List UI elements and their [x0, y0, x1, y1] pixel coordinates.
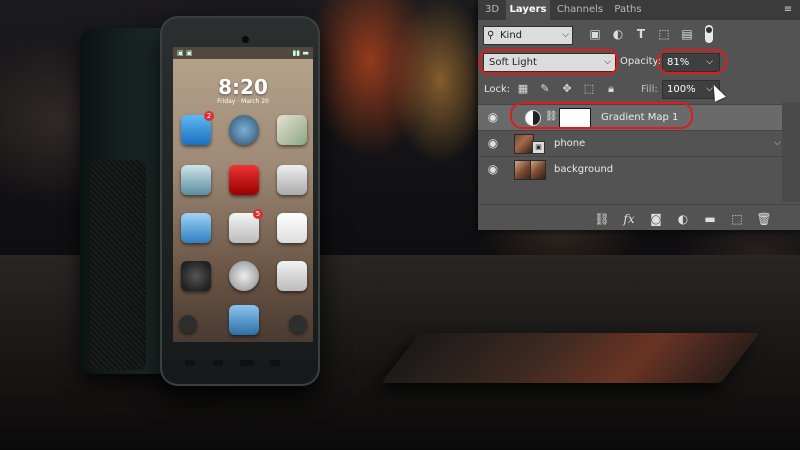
add-mask-icon[interactable]: ◙ [648, 211, 664, 227]
kind-filter-select[interactable]: ⚲ Kind ⌵ [483, 26, 573, 45]
status-left: ▣ ▣ [177, 49, 193, 57]
notes-app-icon [277, 213, 307, 243]
music-app-icon [181, 213, 211, 243]
adjustment-filter-icon[interactable]: ◐ [611, 27, 625, 41]
phone-date: Friday · March 20 [217, 98, 269, 105]
visibility-eye-icon[interactable]: ◉ [486, 136, 500, 150]
tab-3d[interactable]: 3D [478, 0, 506, 20]
camera-app-icon [181, 261, 211, 291]
phone-screen: ▣ ▣ ▮▮ ▬ 8:20 Friday · March 20 2 5 [173, 47, 313, 342]
photos-app-icon [277, 115, 307, 145]
chevron-down-icon: ⌵ [562, 30, 569, 40]
layer-row-background[interactable]: ◉ background [478, 156, 782, 182]
lock-app-icon [179, 315, 197, 333]
search-key [270, 360, 280, 366]
layer-thumbnail-secondary [530, 160, 546, 180]
phone-camera [242, 36, 249, 43]
lock-transparent-pixels-icon[interactable]: ▦ [516, 82, 530, 96]
fill-label: Fill: [641, 84, 658, 95]
phone-lying-flat [380, 333, 760, 383]
tab-paths[interactable]: Paths [610, 0, 646, 20]
panel-tab-bar: 3D Layers Channels Paths ≡ [478, 0, 800, 20]
new-group-icon[interactable]: ▬ [702, 211, 718, 227]
highlight-opacity [657, 49, 727, 74]
lock-label: Lock: [484, 84, 511, 95]
opacity-label: Opacity: [620, 56, 662, 67]
shape-filter-icon[interactable]: ⬚ [657, 27, 671, 41]
layer-thumbnail[interactable] [514, 134, 534, 154]
monitor-app-icon [181, 165, 211, 195]
filter-toggle-switch[interactable] [705, 25, 713, 43]
phone-status-bar: ▣ ▣ ▮▮ ▬ [173, 47, 313, 59]
smart-object-filter-icon[interactable]: ▤ [680, 27, 694, 41]
link-layers-icon[interactable]: ⛓ [594, 211, 610, 227]
download-app-icon [277, 165, 307, 195]
menu-key [213, 360, 223, 366]
highlight-gradient-map-layer [510, 102, 693, 129]
layer-name[interactable]: phone [554, 138, 585, 149]
lock-artboard-icon[interactable]: ⬚ [582, 82, 596, 96]
video-app-icon [229, 165, 259, 195]
mail-badge: 5 [253, 209, 263, 219]
layers-panel: 3D Layers Channels Paths ≡ ⚲ Kind ⌵ ▣ ◐ … [478, 0, 800, 230]
tab-layers[interactable]: Layers [506, 0, 550, 20]
new-adjustment-layer-icon[interactable]: ◐ [675, 211, 691, 227]
type-filter-icon[interactable]: T [634, 27, 648, 41]
layer-row-phone[interactable]: ◉ ▣ phone ⌵ [478, 130, 782, 156]
delete-layer-icon[interactable]: 🗑︎ [756, 211, 772, 227]
search-icon: ⚲ [487, 30, 495, 41]
layer-name[interactable]: background [554, 164, 613, 175]
back-key [185, 360, 195, 366]
lock-position-icon[interactable]: ✥ [560, 82, 574, 96]
speaker-grille [90, 160, 146, 370]
smart-object-badge-icon: ▣ [532, 141, 545, 154]
fill-value: 100% [667, 84, 696, 95]
calendar-app-icon [277, 261, 307, 291]
highlight-blend-mode [479, 49, 618, 75]
panel-menu-icon[interactable]: ≡ [782, 4, 794, 16]
chevron-down-icon[interactable]: ⌵ [774, 138, 781, 148]
status-right: ▮▮ ▬ [292, 49, 309, 57]
tab-channels[interactable]: Channels [552, 0, 608, 20]
lock-all-icon[interactable]: 🔒︎ [604, 82, 618, 96]
home-key [240, 360, 254, 366]
lock-image-pixels-icon[interactable]: ✎ [538, 82, 552, 96]
visibility-eye-icon[interactable]: ◉ [486, 110, 500, 124]
phone-clock: 8:20 [218, 75, 268, 99]
layers-scrollbar[interactable] [782, 102, 800, 202]
phone-hardware-keys [185, 360, 300, 372]
new-layer-icon[interactable]: ⬚ [729, 211, 745, 227]
globe-app-icon [229, 115, 259, 145]
power-app-icon [289, 315, 307, 333]
clock-app-icon [229, 261, 259, 291]
contacts-app-icon [229, 305, 259, 335]
image-filter-icon[interactable]: ▣ [588, 27, 602, 41]
visibility-eye-icon[interactable]: ◉ [486, 162, 500, 176]
layers-footer: ⛓ fx ◙ ◐ ▬ ⬚ 🗑︎ [478, 204, 800, 231]
kind-filter-label: Kind [500, 30, 523, 41]
messages-badge: 2 [204, 111, 214, 121]
fx-icon[interactable]: fx [621, 211, 637, 227]
